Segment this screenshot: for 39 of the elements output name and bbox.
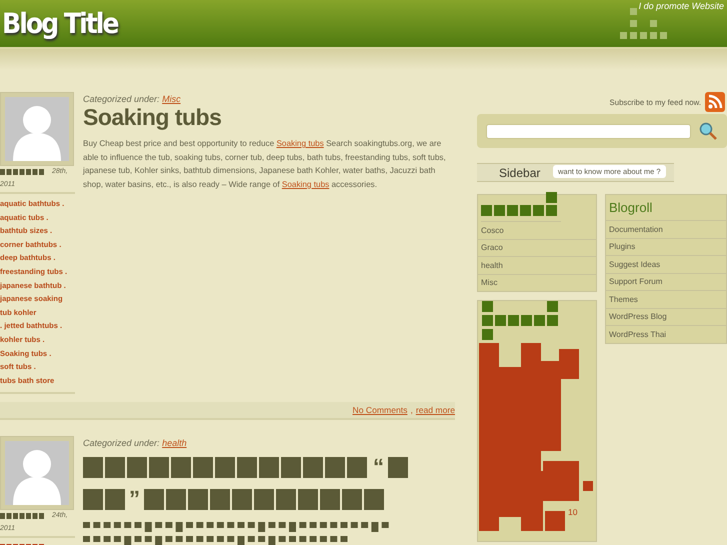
category-label: Categorized under: xyxy=(83,438,160,448)
missing-glyph-icon xyxy=(83,456,369,478)
search-field[interactable] xyxy=(486,124,691,138)
sidebar-label: Sidebar xyxy=(499,166,540,180)
category-label: Categorized under: xyxy=(83,94,160,104)
category-item[interactable]: Graco xyxy=(478,238,596,256)
blogroll-link[interactable]: Support Forum xyxy=(606,272,726,290)
missing-glyph-icon xyxy=(0,168,46,174)
blogroll-link[interactable]: Themes xyxy=(606,290,726,308)
blogroll-link[interactable]: Plugins xyxy=(606,238,726,255)
quote-mark: ” xyxy=(129,486,140,512)
read-more-link[interactable]: read more xyxy=(416,405,455,416)
comma: , xyxy=(410,405,413,416)
category-item[interactable]: health xyxy=(478,256,596,274)
blogroll-link[interactable]: Suggest Ideas xyxy=(606,255,726,272)
missing-glyph-icon xyxy=(388,456,408,478)
missing-glyph-icon xyxy=(0,512,46,519)
blogroll-link[interactable]: WordPress Thai xyxy=(606,325,726,342)
blog-title[interactable]: Blog Title xyxy=(2,7,118,40)
missing-glyph-icon xyxy=(83,488,125,510)
category-link[interactable]: health xyxy=(162,438,187,448)
avatar xyxy=(1,93,73,165)
comments-link[interactable]: No Comments xyxy=(352,405,408,416)
tagline: I do promote Website xyxy=(638,1,724,11)
post-body: Buy Cheap best price and best opportunity to reduce Soaking tubs Search soakingtubs.org, we are able to influence the tub, soaking tubs, corner tub, deep tubs, bath tubs, freestanding tubs, soft tubs, japanese tub, Kohler sinks, bathtub dimensions, Japanese bath Kohler, water baths, Jacuzzi bath shop, water basins, etc., is also ready – Wide range of Soaking tubs accessories. xyxy=(83,138,447,191)
widget-title: Blogroll xyxy=(606,195,726,221)
inline-link[interactable]: Soaking tubs xyxy=(282,180,330,189)
blogroll-link[interactable]: WordPress Blog xyxy=(606,308,726,325)
rss-icon[interactable] xyxy=(705,92,725,112)
missing-glyph-icon xyxy=(144,488,384,510)
quote-mark: “ xyxy=(373,454,384,480)
inline-link[interactable]: Soaking tubs xyxy=(276,139,324,148)
category-item[interactable]: Misc xyxy=(478,274,596,291)
category-item[interactable]: Cosco xyxy=(478,222,596,238)
category-link[interactable]: Misc xyxy=(162,94,181,104)
post-title[interactable]: Soaking tubs xyxy=(83,104,455,131)
search-icon[interactable] xyxy=(699,122,717,140)
blogroll-link[interactable]: Documentation xyxy=(606,221,726,238)
calendar-day[interactable]: 10 xyxy=(568,507,578,517)
